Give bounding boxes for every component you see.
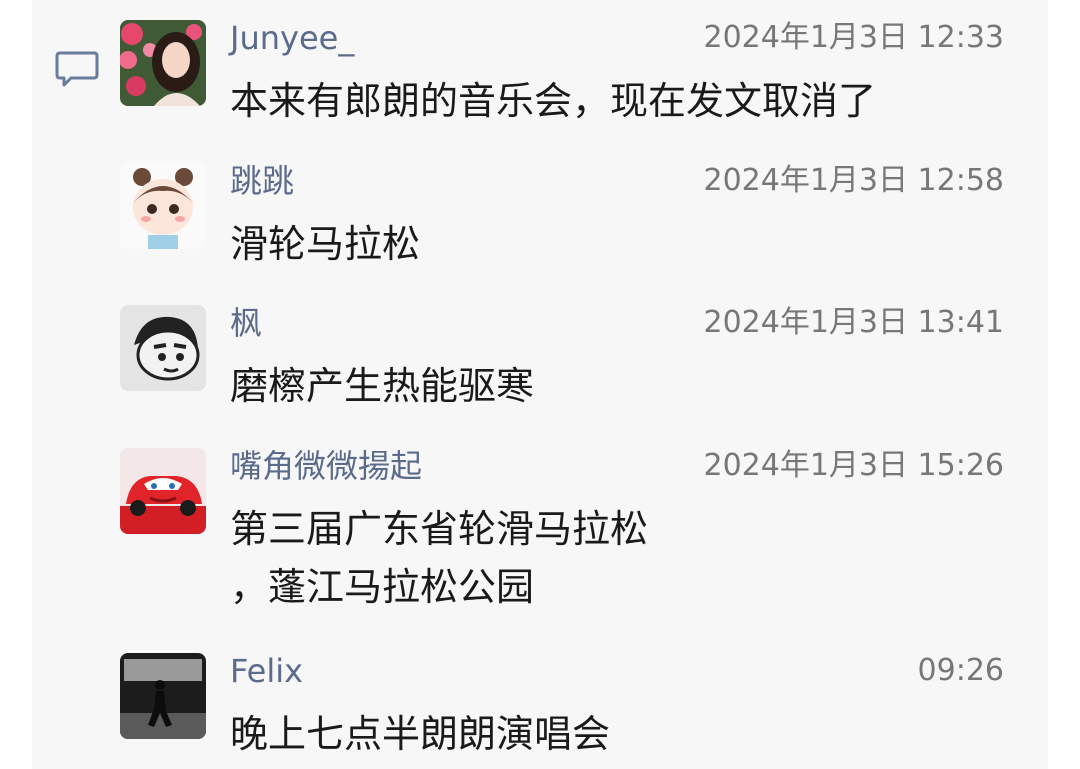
comment-item[interactable]: Felix 09:26 晚上七点半朗朗演唱会: [120, 651, 1004, 756]
comment-time: 09:26: [917, 653, 1004, 688]
avatar[interactable]: [120, 653, 206, 739]
red-race-car-icon: [120, 448, 206, 534]
comment-time: 2024年1月3日 12:58: [703, 163, 1004, 198]
comment-bubble-icon: [55, 51, 99, 87]
cartoon-girl-illustration-icon: [120, 163, 206, 249]
commenter-name[interactable]: Felix: [230, 651, 303, 691]
comment-text: 本来有郎朗的音乐会，现在发文取消了: [230, 72, 876, 130]
avatar[interactable]: [120, 163, 206, 249]
comment-text: 晚上七点半朗朗演唱会: [230, 705, 610, 763]
cartoon-boy-sketch-icon: [120, 305, 206, 391]
avatar[interactable]: [120, 20, 206, 106]
comment-text-line: 本来有郎朗的音乐会，现在发文取消了: [230, 79, 877, 123]
comment-text-line: ，蓬江马拉松公园: [230, 565, 535, 609]
commenter-name[interactable]: 嘴角微微揚起: [230, 446, 422, 486]
comment-item[interactable]: Junyee_ 2024年1月3日 12:33 本来有郎朗的音乐会，现在发文取消…: [120, 18, 1004, 123]
comment-text-line: 磨檫产生热能驱寒: [230, 364, 535, 408]
comment-item[interactable]: 嘴角微微揚起 2024年1月3日 15:26 第三届广东省轮滑马拉松 ，蓬江马拉…: [120, 446, 1004, 609]
comment-item[interactable]: 跳跳 2024年1月3日 12:58 滑轮马拉松: [120, 161, 1004, 266]
comment-text-line: 第三届广东省轮滑马拉松: [230, 507, 649, 551]
comment-text: 滑轮马拉松: [230, 215, 420, 273]
comment-text: 磨檫产生热能驱寒: [230, 357, 534, 415]
comment-text: 第三届广东省轮滑马拉松 ，蓬江马拉松公园: [230, 500, 648, 616]
avatar[interactable]: [120, 305, 206, 391]
comment-time: 2024年1月3日 15:26: [703, 448, 1004, 483]
comment-text-line: 晚上七点半朗朗演唱会: [230, 712, 611, 756]
silhouette-walking-photo-icon: [120, 653, 206, 739]
comment-time: 2024年1月3日 12:33: [703, 20, 1004, 55]
commenter-name[interactable]: 跳跳: [230, 161, 294, 201]
commenter-name[interactable]: Junyee_: [230, 18, 354, 58]
comment-list-panel: Junyee_ 2024年1月3日 12:33 本来有郎朗的音乐会，现在发文取消…: [32, 0, 1048, 769]
avatar[interactable]: [120, 448, 206, 534]
comment-item[interactable]: 枫 2024年1月3日 13:41 磨檫产生热能驱寒: [120, 303, 1004, 408]
comment-text-line: 滑轮马拉松: [230, 222, 421, 266]
commenter-name[interactable]: 枫: [230, 303, 262, 343]
girl-with-flowers-photo-icon: [120, 20, 206, 106]
comment-time: 2024年1月3日 13:41: [703, 305, 1004, 340]
